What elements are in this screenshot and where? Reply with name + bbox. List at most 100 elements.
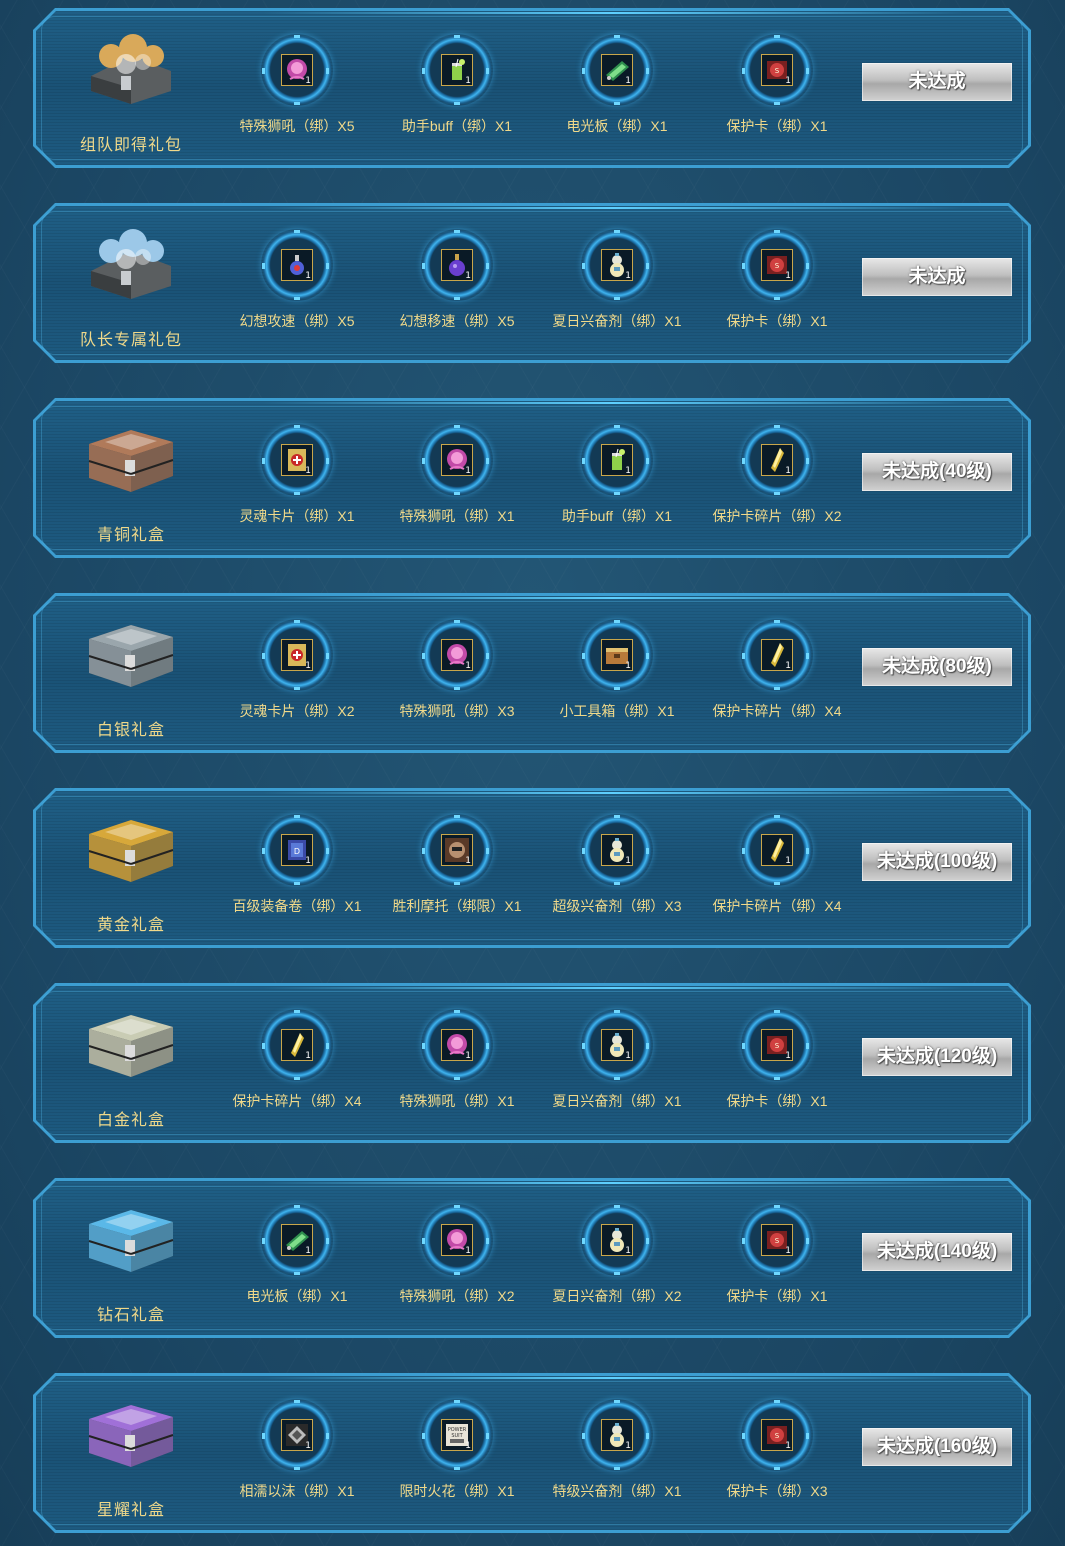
green-drink-icon[interactable]: 1 xyxy=(441,54,473,86)
item-quantity: 1 xyxy=(785,76,791,86)
reward-item[interactable]: S 1 保护卡（绑）X1 xyxy=(697,229,857,349)
gift-label: 钻石礼盒 xyxy=(96,1307,165,1324)
ring-tick xyxy=(582,848,585,854)
protect-shard-icon[interactable]: 1 xyxy=(761,834,793,866)
pink-lion-orb-icon[interactable]: 1 xyxy=(441,444,473,476)
reward-item[interactable]: 1 夏日兴奋剂（绑）X1 xyxy=(537,229,697,349)
status-button[interactable]: 未达成(160级) xyxy=(862,1428,1012,1466)
soul-card-icon[interactable]: 1 xyxy=(281,444,313,476)
victory-moto-icon[interactable]: 1 xyxy=(441,834,473,866)
ring-tick xyxy=(806,848,809,854)
power-suit-icon[interactable]: POWER SUIT 1 xyxy=(441,1419,473,1451)
gourd-bottle-icon[interactable]: 1 xyxy=(601,1419,633,1451)
protect-shard-icon[interactable]: 1 xyxy=(281,1029,313,1061)
status-button[interactable]: 未达成 xyxy=(862,258,1012,296)
ring-tick xyxy=(806,263,809,269)
soul-card-icon[interactable]: 1 xyxy=(281,639,313,671)
reward-item[interactable]: 1 幻想移速（绑）X5 xyxy=(377,229,537,349)
reward-item[interactable]: 1 灵魂卡片（绑）X1 xyxy=(217,424,377,544)
reward-item[interactable]: POWER SUIT 1 限时火花（绑）X1 xyxy=(377,1399,537,1519)
item-ring: 1 xyxy=(421,1009,493,1081)
reward-item[interactable]: S 1 保护卡（绑）X3 xyxy=(697,1399,857,1519)
pink-lion-orb-icon[interactable]: 1 xyxy=(441,639,473,671)
pink-lion-orb-icon[interactable]: 1 xyxy=(281,54,313,86)
reward-item[interactable]: 1 相濡以沫（绑）X1 xyxy=(217,1399,377,1519)
reward-item[interactable]: 1 特殊狮吼（绑）X1 xyxy=(377,424,537,544)
reward-item[interactable]: 1 保护卡碎片（绑）X4 xyxy=(217,1009,377,1129)
item-ring: 1 xyxy=(581,814,653,886)
reward-item[interactable]: 1 特殊狮吼（绑）X5 xyxy=(217,34,377,154)
reward-item[interactable]: 1 保护卡碎片（绑）X4 xyxy=(697,814,857,934)
reward-item[interactable]: 1 小工具箱（绑）X1 xyxy=(537,619,697,739)
svg-text:S: S xyxy=(775,1432,780,1440)
item-ring: 1 xyxy=(421,229,493,301)
ring-tick xyxy=(486,1433,489,1439)
gift-package: 队长专属礼包 xyxy=(51,211,211,356)
ring-tick xyxy=(454,1077,460,1080)
status-button[interactable]: 未达成(100级) xyxy=(862,843,1012,881)
svg-text:S: S xyxy=(775,262,780,270)
reward-item[interactable]: 1 幻想攻速（绑）X5 xyxy=(217,229,377,349)
reward-item[interactable]: 1 特殊狮吼（绑）X2 xyxy=(377,1204,537,1324)
reward-item[interactable]: S 1 保护卡（绑）X1 xyxy=(697,1204,857,1324)
item-quantity: 1 xyxy=(785,1246,791,1256)
item-ring: 1 xyxy=(261,619,333,691)
item-ring: POWER SUIT 1 xyxy=(421,1399,493,1471)
protect-card-icon[interactable]: S1 xyxy=(761,1029,793,1061)
ring-tick xyxy=(742,848,745,854)
reward-item[interactable]: 1 电光板（绑）X1 xyxy=(537,34,697,154)
reward-item[interactable]: 1 特殊狮吼（绑）X3 xyxy=(377,619,537,739)
ring-tick xyxy=(774,230,780,233)
gift-package: 白金礼盒 xyxy=(51,991,211,1136)
protect-shard-icon[interactable]: 1 xyxy=(761,639,793,671)
reward-item[interactable]: 1 夏日兴奋剂（绑）X1 xyxy=(537,1009,697,1129)
protect-card-icon[interactable]: S1 xyxy=(761,1224,793,1256)
reward-item[interactable]: 1 超级兴奋剂（绑）X3 xyxy=(537,814,697,934)
reward-item[interactable]: 1 保护卡碎片（绑）X4 xyxy=(697,619,857,739)
red-potion-icon[interactable]: 1 xyxy=(281,249,313,281)
ring-tick xyxy=(646,458,649,464)
purple-potion-icon[interactable]: 1 xyxy=(441,249,473,281)
electric-board-icon[interactable]: 1 xyxy=(601,54,633,86)
equip-scroll-icon[interactable]: D1 xyxy=(281,834,313,866)
reward-item[interactable]: 1 灵魂卡片（绑）X2 xyxy=(217,619,377,739)
status-button[interactable]: 未达成(80级) xyxy=(862,648,1012,686)
item-ring: 1 xyxy=(421,814,493,886)
gourd-bottle-icon[interactable]: 1 xyxy=(601,249,633,281)
reward-item[interactable]: 1 夏日兴奋剂（绑）X2 xyxy=(537,1204,697,1324)
ring-tick xyxy=(294,815,300,818)
item-quantity: 1 xyxy=(305,271,311,281)
gourd-bottle-icon[interactable]: 1 xyxy=(601,1224,633,1256)
reward-item[interactable]: 1 保护卡碎片（绑）X2 xyxy=(697,424,857,544)
gourd-bottle-icon[interactable]: 1 xyxy=(601,1029,633,1061)
reward-item[interactable]: S 1 保护卡（绑）X1 xyxy=(697,34,857,154)
electric-board-icon[interactable]: 1 xyxy=(281,1224,313,1256)
reward-item[interactable]: 1 特殊狮吼（绑）X1 xyxy=(377,1009,537,1129)
pink-lion-orb-icon[interactable]: 1 xyxy=(441,1029,473,1061)
reward-item[interactable]: 1 助手buff（绑）X1 xyxy=(537,424,697,544)
pink-lion-orb-icon[interactable]: 1 xyxy=(441,1224,473,1256)
protect-shard-icon[interactable]: 1 xyxy=(761,444,793,476)
item-quantity: 1 xyxy=(465,1246,471,1256)
protect-card-icon[interactable]: S1 xyxy=(761,1419,793,1451)
green-drink-icon[interactable]: 1 xyxy=(601,444,633,476)
status-button[interactable]: 未达成(120级) xyxy=(862,1038,1012,1076)
gourd-bottle-icon[interactable]: 1 xyxy=(601,834,633,866)
ring-tick xyxy=(326,1043,329,1049)
reward-item[interactable]: 1 助手buff（绑）X1 xyxy=(377,34,537,154)
protect-card-icon[interactable]: S1 xyxy=(761,249,793,281)
ring-tick xyxy=(646,1433,649,1439)
ring-tick xyxy=(614,620,620,623)
ring-tick xyxy=(582,1238,585,1244)
status-button[interactable]: 未达成(140级) xyxy=(862,1233,1012,1271)
reward-item[interactable]: 1 胜利摩托（绑限）X1 xyxy=(377,814,537,934)
status-button[interactable]: 未达成 xyxy=(862,63,1012,101)
toolbox-icon[interactable]: 1 xyxy=(601,639,633,671)
reward-item[interactable]: S 1 保护卡（绑）X1 xyxy=(697,1009,857,1129)
protect-card-icon[interactable]: S1 xyxy=(761,54,793,86)
status-button[interactable]: 未达成(40级) xyxy=(862,453,1012,491)
reward-item[interactable]: D 1 百级装备卷（绑）X1 xyxy=(217,814,377,934)
reward-item[interactable]: 1 电光板（绑）X1 xyxy=(217,1204,377,1324)
emblem-card-icon[interactable]: 1 xyxy=(281,1419,313,1451)
reward-item[interactable]: 1 特级兴奋剂（绑）X1 xyxy=(537,1399,697,1519)
